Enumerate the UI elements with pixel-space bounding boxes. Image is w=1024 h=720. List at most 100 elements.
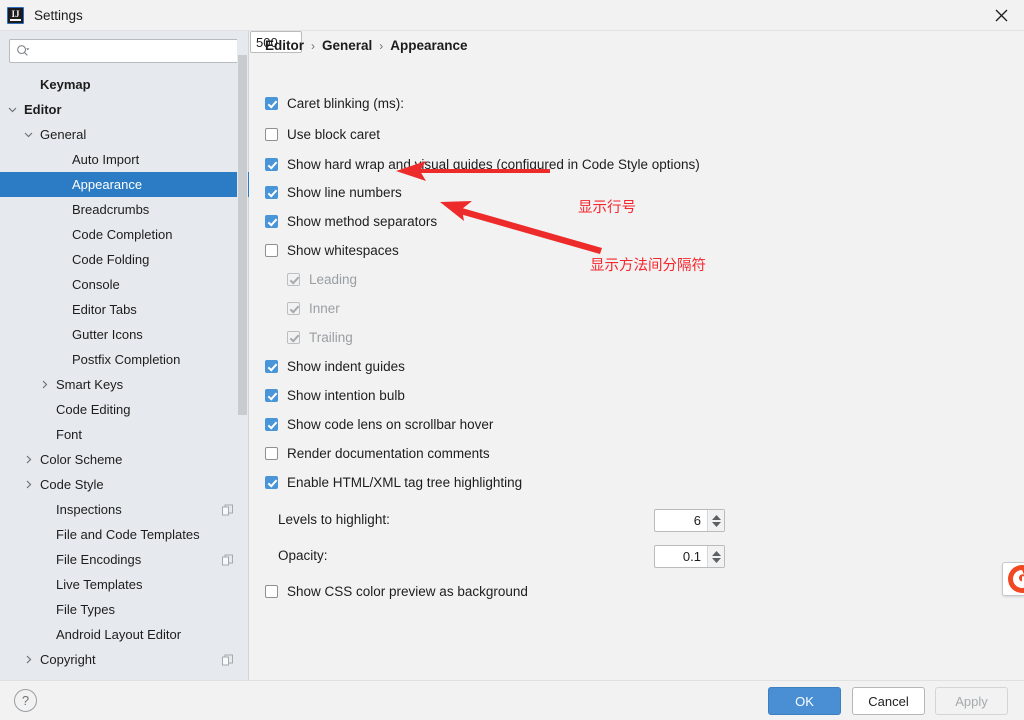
option-label: Use block caret: [287, 127, 381, 142]
sidebar-item-label: File and Code Templates: [56, 527, 200, 542]
sidebar-item-file-types[interactable]: File Types: [0, 597, 249, 622]
sidebar-item-live-templates[interactable]: Live Templates: [0, 572, 249, 597]
levels-to-highlight-stepper[interactable]: 6: [654, 509, 725, 532]
checkbox-show-whitespaces[interactable]: [265, 244, 278, 257]
window-titlebar: Settings: [0, 0, 1024, 31]
window-title: Settings: [34, 7, 83, 23]
chevron-right-icon[interactable]: [22, 478, 35, 491]
sidebar-item-general[interactable]: General: [0, 122, 249, 147]
checkbox-render-documentation-comments[interactable]: [265, 447, 278, 460]
sidebar-item-breadcrumbs[interactable]: Breadcrumbs: [0, 197, 249, 222]
breadcrumb-item-editor[interactable]: Editor: [265, 38, 304, 53]
breadcrumb-item-general[interactable]: General: [322, 38, 372, 53]
sidebar-item-console[interactable]: Console: [0, 272, 249, 297]
checkbox-show-method-separators[interactable]: [265, 215, 278, 228]
option-row[interactable]: Show method separators: [265, 214, 437, 229]
chevron-down-icon[interactable]: [6, 103, 19, 116]
sidebar-item-android-layout-editor[interactable]: Android Layout Editor: [0, 622, 249, 647]
checkbox-show-hard-wrap-and-visual-guides-configured-in-code-style-options[interactable]: [265, 158, 278, 171]
option-row[interactable]: Caret blinking (ms):: [265, 96, 404, 111]
sidebar-item-smart-keys[interactable]: Smart Keys: [0, 372, 249, 397]
levels-to-highlight-value[interactable]: 6: [655, 510, 707, 531]
sidebar-item-auto-import[interactable]: Auto Import: [0, 147, 249, 172]
search-box[interactable]: [9, 39, 239, 63]
option-row[interactable]: Show code lens on scrollbar hover: [265, 417, 493, 432]
chevron-down-icon[interactable]: [22, 128, 35, 141]
sidebar-item-file-encodings[interactable]: File Encodings: [0, 547, 249, 572]
option-row[interactable]: Show indent guides: [265, 359, 405, 374]
sidebar-item-code-editing[interactable]: Code Editing: [0, 397, 249, 422]
settings-main-panel: Editor › General › Appearance Caret blin…: [250, 31, 1024, 680]
option-row[interactable]: Leading: [287, 272, 357, 287]
sidebar-item-label: File Types: [56, 602, 116, 617]
sidebar-item-file-and-code-templates[interactable]: File and Code Templates: [0, 522, 249, 547]
sidebar-item-label: Code Editing: [56, 402, 131, 417]
option-row[interactable]: Render documentation comments: [265, 446, 490, 461]
option-row[interactable]: Trailing: [287, 330, 353, 345]
settings-tree[interactable]: Keymap Editor General Auto Import Appearance…: [0, 72, 249, 680]
checkbox-use-block-caret[interactable]: [265, 128, 278, 141]
sidebar-item-copyright[interactable]: Copyright: [0, 647, 249, 672]
sidebar-item-appearance[interactable]: Appearance: [0, 172, 249, 197]
sidebar-scrollbar-thumb[interactable]: [238, 55, 247, 415]
checkbox-show-line-numbers[interactable]: [265, 186, 278, 199]
sidebar-item-color-scheme[interactable]: Color Scheme: [0, 447, 249, 472]
annotation-method-separators: 显示方法间分隔符: [590, 258, 706, 274]
opacity-value[interactable]: 0.1: [655, 546, 707, 567]
sidebar-item-editor-tabs[interactable]: Editor Tabs: [0, 297, 249, 322]
breadcrumb: Editor › General › Appearance: [265, 38, 468, 53]
sidebar-item-code-folding[interactable]: Code Folding: [0, 247, 249, 272]
checkbox-show-css-color-preview-as-background[interactable]: [265, 585, 278, 598]
dialog-footer: ? OK Cancel Apply: [0, 680, 1024, 720]
cancel-button[interactable]: Cancel: [852, 687, 925, 715]
sidebar-scrollbar-track[interactable]: [237, 31, 248, 680]
project-scope-icon: [222, 554, 233, 565]
checkbox-show-code-lens-on-scrollbar-hover[interactable]: [265, 418, 278, 431]
chevron-right-icon[interactable]: [38, 378, 51, 391]
option-row[interactable]: Use block caret: [265, 127, 380, 142]
opacity-stepper[interactable]: 0.1: [654, 545, 725, 568]
option-row[interactable]: Show line numbers: [265, 185, 402, 200]
sidebar-item-label: File Encodings: [56, 552, 142, 567]
option-label: Caret blinking (ms):: [287, 96, 405, 111]
sidebar-item-gutter-icons[interactable]: Gutter Icons: [0, 322, 249, 347]
stepper-arrows-icon[interactable]: [707, 546, 724, 567]
sidebar-item-inspections[interactable]: Inspections: [0, 497, 249, 522]
search-input[interactable]: [30, 40, 238, 62]
option-label: Leading: [309, 272, 358, 287]
sidebar-item-code-style[interactable]: Code Style: [0, 472, 249, 497]
sidebar-item-keymap[interactable]: Keymap: [0, 72, 249, 97]
checkbox-show-intention-bulb[interactable]: [265, 389, 278, 402]
option-row[interactable]: Show hard wrap and visual guides (config…: [265, 157, 700, 172]
sidebar-item-font[interactable]: Font: [0, 422, 249, 447]
checkbox-caret-blinking-ms[interactable]: [265, 97, 278, 110]
help-button[interactable]: ?: [14, 689, 37, 712]
stepper-arrows-icon[interactable]: [707, 510, 724, 531]
option-row[interactable]: Inner: [287, 301, 340, 316]
sidebar-item-label: Inspections: [56, 502, 122, 517]
option-row[interactable]: Enable HTML/XML tag tree highlighting: [265, 475, 522, 490]
option-row[interactable]: Show whitespaces: [265, 243, 399, 258]
chevron-right-icon[interactable]: [22, 453, 35, 466]
sidebar-item-editor[interactable]: Editor: [0, 97, 249, 122]
sidebar-item-label: Editor Tabs: [72, 302, 137, 317]
option-row[interactable]: Show intention bulb: [265, 388, 405, 403]
checkbox-show-indent-guides[interactable]: [265, 360, 278, 373]
chevron-right-icon[interactable]: [22, 653, 35, 666]
close-icon[interactable]: [978, 0, 1024, 31]
sidebar-item-code-completion[interactable]: Code Completion: [0, 222, 249, 247]
browser-preview-icon[interactable]: [1002, 562, 1024, 596]
option-label: Enable HTML/XML tag tree highlighting: [287, 475, 523, 490]
apply-button[interactable]: Apply: [935, 687, 1008, 715]
checkbox-enable-html-xml-tag-tree-highlighting[interactable]: [265, 476, 278, 489]
option-row[interactable]: Show CSS color preview as background: [265, 584, 528, 599]
sidebar-item-postfix-completion[interactable]: Postfix Completion: [0, 347, 249, 372]
checkbox-leading: [287, 273, 300, 286]
ok-button[interactable]: OK: [768, 687, 841, 715]
